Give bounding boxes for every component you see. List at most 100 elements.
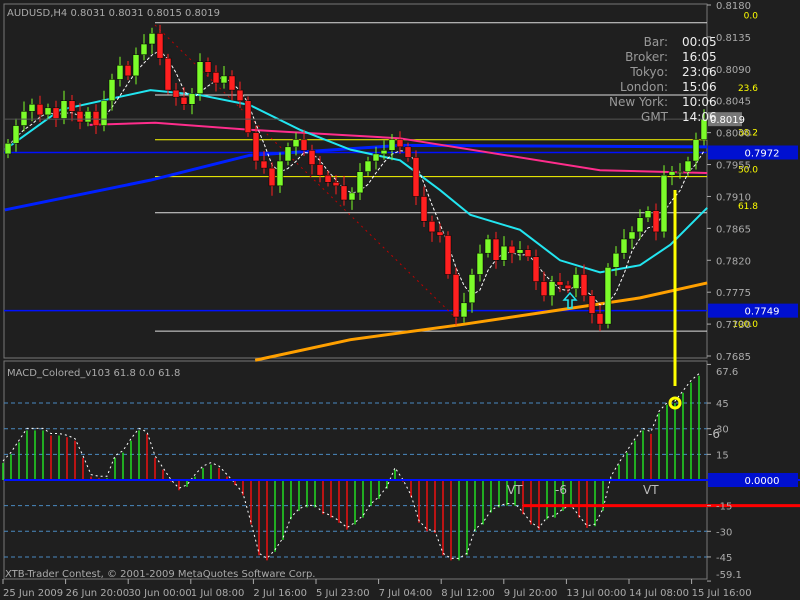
macd-annotation: VT [643, 483, 659, 497]
info-value: 10:06 [682, 95, 717, 109]
candle-body [516, 249, 524, 254]
info-label: Bar: [644, 35, 668, 49]
candle-body [188, 93, 196, 105]
candle-body [444, 235, 452, 275]
candle-body [612, 252, 620, 268]
candle-body [412, 157, 420, 197]
candle-body [316, 164, 324, 176]
candle-body [252, 132, 260, 162]
candle-body [524, 249, 532, 257]
time-tick-label: 5 Jul 23:00 [316, 588, 370, 599]
candle-body [532, 256, 540, 282]
candle-body [380, 150, 388, 155]
symbol-title: AUDUSD,H4 0.8031 0.8031 0.8015 0.8019 [7, 8, 220, 19]
candle-body [52, 107, 60, 119]
info-label: Tokyo: [629, 65, 668, 79]
fib-label: 0.0 [744, 12, 759, 22]
candle-body [28, 104, 36, 112]
candle-body [308, 150, 316, 165]
price-tick-label: 0.8180 [716, 1, 751, 12]
time-tick-label: 7 Jul 04:00 [379, 588, 433, 599]
candle-body [396, 139, 404, 148]
candle-body [556, 281, 564, 286]
candle-body [284, 146, 292, 162]
candle-body [540, 281, 548, 296]
candle [660, 165, 668, 238]
candle-body [452, 274, 460, 318]
candle [164, 53, 172, 95]
price-tick-label: 0.8090 [716, 65, 751, 76]
time-tick-label: 14 Jul 08:00 [629, 588, 689, 599]
candle-body [652, 210, 660, 233]
candle-body [204, 61, 212, 73]
candle-body [364, 160, 372, 172]
info-value: 14:06 [682, 110, 717, 124]
candle-body [36, 104, 44, 116]
info-value: 00:05 [682, 35, 717, 49]
candle [244, 96, 252, 137]
candle-body [460, 302, 468, 318]
candle-body [4, 143, 12, 155]
candle-body [644, 210, 652, 218]
info-label: Broker: [625, 50, 668, 64]
info-label: New York: [609, 95, 668, 109]
candle-body [676, 171, 684, 173]
candle-body [500, 245, 508, 261]
candle-body [692, 139, 700, 162]
candle-body [436, 231, 444, 236]
candle-body [324, 174, 332, 183]
macd-zero-label: 0.0000 [745, 476, 780, 487]
info-label: GMT [641, 110, 669, 124]
candle-body [236, 89, 244, 101]
time-tick-label: 30 Jun 00:00 [128, 588, 192, 599]
fib-label: 23.6 [738, 84, 758, 94]
candle-body [660, 174, 668, 233]
candle-body [388, 139, 396, 151]
candle-body [92, 111, 100, 126]
candle-body [108, 79, 116, 101]
level-price-label: 0.7749 [745, 307, 780, 318]
candle-body [180, 96, 188, 105]
candle-body [492, 238, 500, 261]
macd-tick-label: -59.1 [716, 570, 742, 581]
candle-body [476, 252, 484, 275]
candle-body [20, 111, 28, 126]
candle-body [468, 274, 476, 304]
macd-annotation: VT [507, 483, 523, 497]
candle-body [300, 139, 308, 151]
price-tick-label: 0.7730 [716, 320, 751, 331]
candle [444, 231, 452, 279]
candle-body [620, 238, 628, 254]
chart-canvas: 0.023.638.250.061.8100.00.79720.77490.80… [0, 0, 800, 600]
candle-body [244, 100, 252, 133]
candle-body [60, 100, 68, 119]
macd-annotation: -6 [708, 427, 720, 441]
candle-body [668, 171, 676, 176]
candle-body [548, 281, 556, 296]
candle-body [100, 100, 108, 126]
candle-body [220, 75, 228, 84]
macd-tick-label: -45 [716, 553, 732, 564]
candle-body [148, 33, 156, 45]
candle-body [156, 33, 164, 59]
candle-body [260, 160, 268, 169]
candle-body [484, 238, 492, 254]
candle-body [164, 57, 172, 91]
candle-body [124, 65, 132, 77]
candle-body [84, 111, 92, 123]
background [0, 0, 800, 600]
candle [604, 263, 612, 329]
info-label: London: [620, 80, 668, 94]
candle-body [228, 75, 236, 91]
macd-tick-label: -30 [716, 527, 732, 538]
candle-body [684, 160, 692, 172]
candle-body [340, 185, 348, 201]
macd-tick-label: -15 [716, 502, 732, 513]
time-tick-label: 25 Jun 2009 [3, 588, 63, 599]
info-value: 15:06 [682, 80, 717, 94]
info-value: 23:06 [682, 65, 717, 79]
time-tick-label: 2 Jul 16:00 [253, 588, 307, 599]
candle-body [572, 274, 580, 289]
candle-body [292, 139, 300, 148]
candle-body [348, 192, 356, 201]
